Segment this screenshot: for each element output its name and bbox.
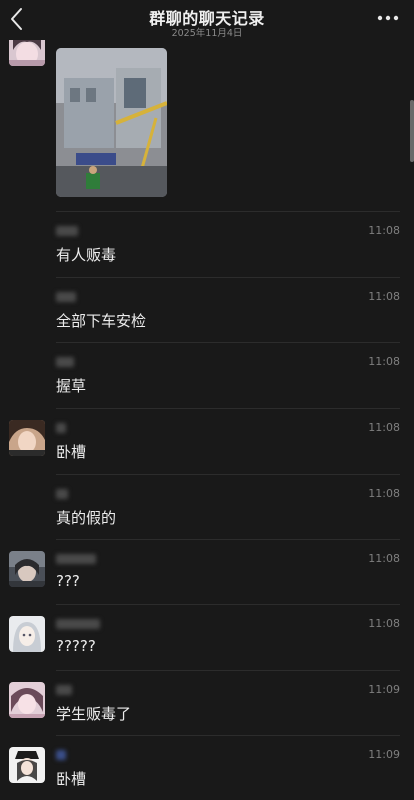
sender-name-redacted bbox=[56, 685, 72, 695]
sender-name-redacted bbox=[56, 292, 76, 302]
avatar[interactable] bbox=[9, 682, 45, 718]
message-time: 11:08 bbox=[368, 421, 400, 434]
divider bbox=[56, 474, 400, 475]
message-time: 11:09 bbox=[368, 683, 400, 696]
list-item: 11:09 卧槽 bbox=[0, 735, 414, 800]
message-time: 11:08 bbox=[368, 224, 400, 237]
avatar[interactable] bbox=[9, 616, 45, 652]
list-item: 11:08 ??? bbox=[0, 539, 414, 604]
sender-name-redacted bbox=[56, 489, 68, 499]
message-text: 学生贩毒了 bbox=[56, 705, 132, 723]
list-item: 11:08 卧槽 bbox=[0, 408, 414, 473]
list-item: 11:08 ????? bbox=[0, 604, 414, 669]
message-time: 11:08 bbox=[368, 355, 400, 368]
message-text: 卧槽 bbox=[56, 443, 87, 461]
message-text: ????? bbox=[56, 637, 96, 655]
divider bbox=[56, 670, 400, 671]
divider bbox=[56, 277, 400, 278]
message-time: 11:08 bbox=[368, 290, 400, 303]
sender-name-redacted bbox=[56, 226, 78, 236]
divider bbox=[56, 735, 400, 736]
message-text: 卧槽 bbox=[56, 770, 87, 788]
list-item: 11:08 真的假的 bbox=[0, 474, 414, 539]
list-item: 11:08 有人贩毒 bbox=[0, 211, 414, 276]
sender-name-redacted bbox=[56, 554, 96, 564]
list-item: 11:08 握草 bbox=[0, 342, 414, 407]
sender-name-redacted bbox=[56, 619, 100, 629]
message-time: 11:08 bbox=[368, 617, 400, 630]
divider bbox=[56, 211, 400, 212]
sender-name-redacted bbox=[56, 423, 66, 433]
divider bbox=[56, 408, 400, 409]
divider bbox=[56, 342, 400, 343]
sender-name-redacted bbox=[56, 750, 66, 760]
message-text: 真的假的 bbox=[56, 509, 117, 527]
nav-bar: 群聊的聊天记录 2025年11月4日 bbox=[0, 0, 414, 40]
message-time: 11:08 bbox=[368, 552, 400, 565]
sender-name-redacted bbox=[56, 357, 74, 367]
image-message[interactable] bbox=[56, 48, 167, 197]
message-time: 11:09 bbox=[368, 748, 400, 761]
message-text: ??? bbox=[56, 572, 80, 590]
message-text: 有人贩毒 bbox=[56, 246, 117, 264]
avatar[interactable] bbox=[9, 551, 45, 587]
chat-date: 2025年11月4日 bbox=[171, 28, 243, 39]
divider bbox=[56, 539, 400, 540]
message-text: 全部下车安检 bbox=[56, 312, 147, 330]
more-dots-icon[interactable] bbox=[376, 10, 400, 26]
avatar[interactable] bbox=[9, 747, 45, 783]
list-item: 11:08 全部下车安检 bbox=[0, 277, 414, 342]
message-time: 11:08 bbox=[368, 487, 400, 500]
scrollbar[interactable] bbox=[410, 100, 414, 162]
list-item: 11:09 学生贩毒了 bbox=[0, 670, 414, 735]
divider bbox=[56, 604, 400, 605]
avatar[interactable] bbox=[9, 420, 45, 456]
message-text: 握草 bbox=[56, 377, 87, 395]
